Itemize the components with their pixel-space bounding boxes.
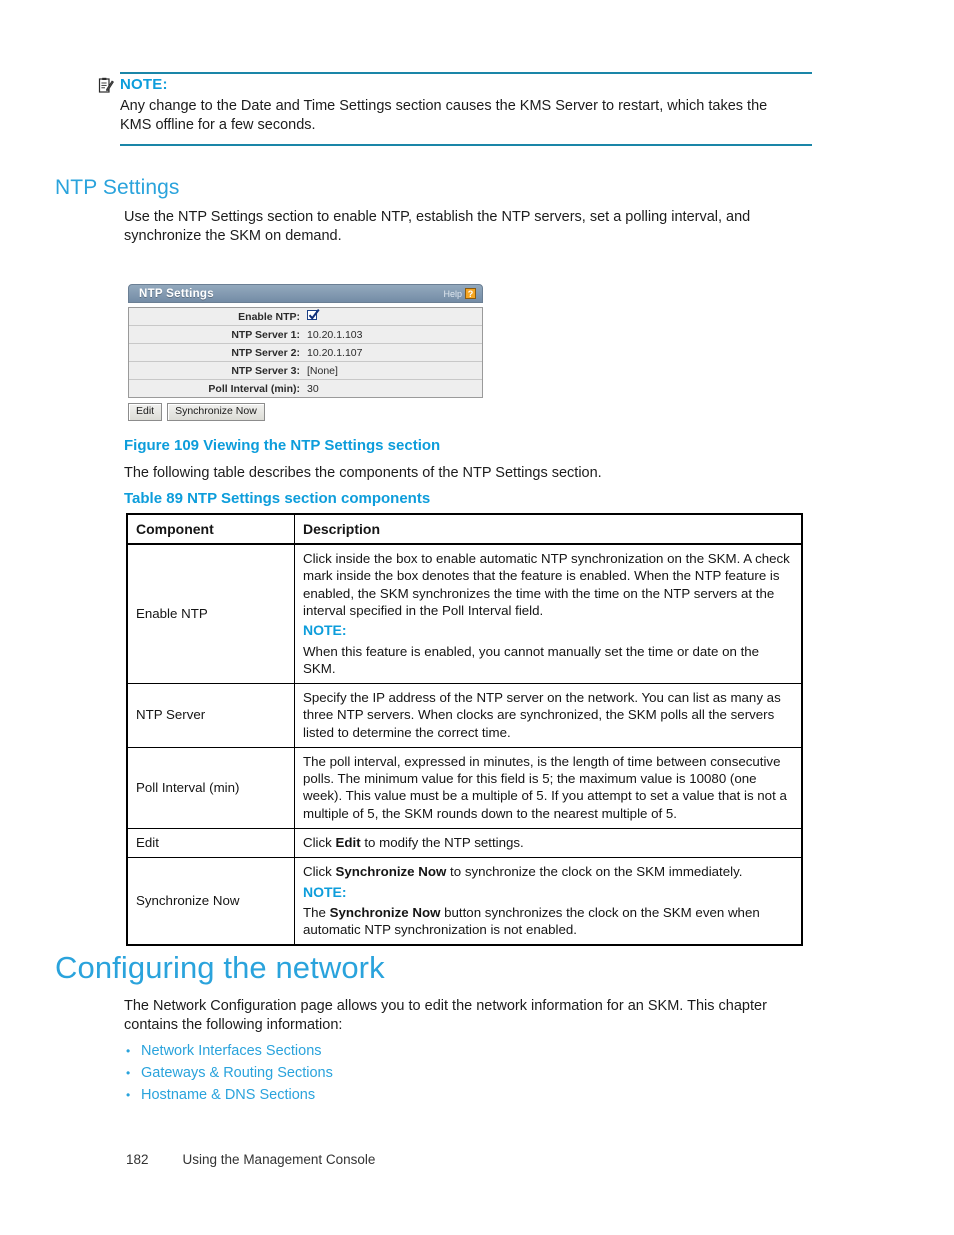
desc-part-bold: Synchronize Now — [335, 864, 447, 880]
desc-text: Specify the IP address of the NTP server… — [303, 690, 781, 740]
help-link[interactable]: Help ? — [443, 288, 476, 299]
desc-part: to synchronize the clock on the SKM imme… — [446, 864, 743, 880]
ntp-field-row-server1: NTP Server 1: 10.20.1.103 — [129, 326, 482, 344]
cell-description: Specify the IP address of the NTP server… — [294, 683, 803, 748]
column-header-component: Component — [126, 512, 295, 546]
table-header-row: Component Description — [126, 512, 803, 546]
ntp-field-row-poll-interval: Poll Interval (min): 30 — [129, 380, 482, 397]
table-row: NTP Server Specify the IP address of the… — [126, 683, 803, 748]
ntp-panel-body: Enable NTP: NTP Server 1: 10.20.1.103 NT… — [128, 307, 483, 398]
field-value: 10.20.1.103 — [307, 328, 363, 341]
ntp-settings-screenshot: NTP Settings Help ? Enable NTP: NTP Serv… — [128, 284, 483, 421]
field-label: Poll Interval (min): — [208, 382, 300, 395]
desc-part-bold: Edit — [335, 835, 361, 851]
bullet-icon: • — [126, 1088, 131, 1102]
list-item: • Hostname & DNS Sections — [126, 1084, 333, 1106]
cell-description: Click Edit to modify the NTP settings. — [294, 828, 803, 859]
section-intro-paragraph: Use the NTP Settings section to enable N… — [124, 209, 751, 245]
desc-part: Click — [303, 864, 336, 880]
field-label: NTP Server 1: — [231, 328, 300, 341]
cell-component: Edit — [126, 828, 295, 859]
cell-note-label: NOTE: — [303, 883, 347, 900]
ntp-field-row-server2: NTP Server 2: 10.20.1.107 — [129, 344, 482, 362]
table-head: Component Description — [126, 512, 803, 546]
desc-text: The poll interval, expressed in minutes,… — [303, 753, 787, 821]
section-heading-ntp-settings: NTP Settings — [55, 176, 180, 199]
document-page: NOTE: Any change to the Date and Time Se… — [0, 0, 954, 1235]
field-value — [307, 308, 482, 323]
note-header: NOTE: — [98, 76, 812, 93]
table-row: Synchronize Now Click Synchronize Now to… — [126, 857, 803, 947]
page-number: 182 — [126, 1152, 149, 1167]
list-item: • Network Interfaces Sections — [126, 1040, 333, 1062]
table-caption: Table 89 NTP Settings section components — [124, 490, 431, 507]
table-row: Enable NTP Click inside the box to enabl… — [126, 543, 803, 685]
page-footer: 182 Using the Management Console — [126, 1152, 375, 1167]
field-value: [None] — [307, 364, 338, 377]
help-label: Help — [443, 288, 462, 299]
desc-text: Click Edit to modify the NTP settings. — [303, 834, 793, 851]
link-hostname-dns-sections[interactable]: Hostname & DNS Sections — [141, 1084, 315, 1106]
link-network-interfaces-sections[interactable]: Network Interfaces Sections — [141, 1040, 322, 1062]
column-header-description: Description — [294, 512, 803, 546]
ntp-panel-buttons: Edit Synchronize Now — [128, 403, 483, 421]
bullet-icon: • — [126, 1066, 131, 1080]
question-mark-icon[interactable]: ? — [465, 288, 476, 299]
desc-text: Click inside the box to enable automatic… — [303, 551, 790, 619]
note-bottom-rule — [120, 144, 812, 147]
figure-caption: Figure 109 Viewing the NTP Settings sect… — [124, 437, 441, 454]
table-row: Edit Click Edit to modify the NTP settin… — [126, 828, 803, 859]
field-label: NTP Server 2: — [231, 346, 300, 359]
synchronize-now-button[interactable]: Synchronize Now — [167, 403, 265, 421]
note-clipboard-icon — [98, 77, 114, 94]
edit-button[interactable]: Edit — [128, 403, 163, 421]
desc-note-text: When this feature is enabled, you cannot… — [303, 643, 760, 676]
enable-ntp-checkbox[interactable] — [307, 308, 320, 320]
link-gateways-routing-sections[interactable]: Gateways & Routing Sections — [141, 1062, 333, 1084]
ntp-panel-titlebar: NTP Settings Help ? — [128, 284, 483, 303]
field-value: 10.20.1.107 — [307, 346, 363, 359]
ntp-field-row-enable: Enable NTP: — [129, 308, 482, 326]
table-row: Poll Interval (min) The poll interval, e… — [126, 746, 803, 830]
note-top-rule — [120, 72, 812, 74]
field-label: Enable NTP: — [238, 310, 300, 323]
note-body-text: Any change to the Date and Time Settings… — [120, 98, 768, 134]
ntp-components-table: Component Description Enable NTP Click i… — [126, 512, 803, 947]
field-value: 30 — [307, 382, 319, 395]
chapter-link-list: • Network Interfaces Sections • Gateways… — [126, 1040, 333, 1106]
list-item: • Gateways & Routing Sections — [126, 1062, 333, 1084]
ntp-panel-title: NTP Settings — [139, 287, 214, 300]
desc-part: The — [303, 904, 330, 920]
cell-description: Click inside the box to enable automatic… — [294, 543, 803, 685]
table-body: Enable NTP Click inside the box to enabl… — [126, 543, 803, 947]
note-admonition: NOTE: Any change to the Date and Time Se… — [98, 72, 812, 147]
cell-component: NTP Server — [126, 683, 295, 748]
desc-text: Click Synchronize Now to synchronize the… — [303, 863, 793, 880]
cell-description: The poll interval, expressed in minutes,… — [294, 746, 803, 830]
cell-note-label: NOTE: — [303, 622, 347, 639]
cell-component: Poll Interval (min) — [126, 746, 295, 830]
desc-part: Click — [303, 835, 336, 851]
field-label: NTP Server 3: — [231, 364, 300, 377]
running-title: Using the Management Console — [182, 1152, 376, 1167]
desc-note-text: The Synchronize Now button synchronizes … — [303, 904, 793, 939]
chapter-intro-paragraph: The Network Configuration page allows yo… — [124, 998, 767, 1034]
table-intro-paragraph: The following table describes the compon… — [124, 465, 602, 481]
desc-part-bold: Synchronize Now — [329, 904, 441, 920]
ntp-field-row-server3: NTP Server 3: [None] — [129, 362, 482, 380]
cell-component: Synchronize Now — [126, 857, 295, 947]
cell-component: Enable NTP — [126, 543, 295, 685]
chapter-heading-configuring-the-network: Configuring the network — [55, 950, 385, 985]
desc-part: to modify the NTP settings. — [360, 835, 524, 851]
bullet-icon: • — [126, 1044, 131, 1058]
cell-description: Click Synchronize Now to synchronize the… — [294, 857, 803, 947]
note-label: NOTE: — [120, 76, 168, 93]
